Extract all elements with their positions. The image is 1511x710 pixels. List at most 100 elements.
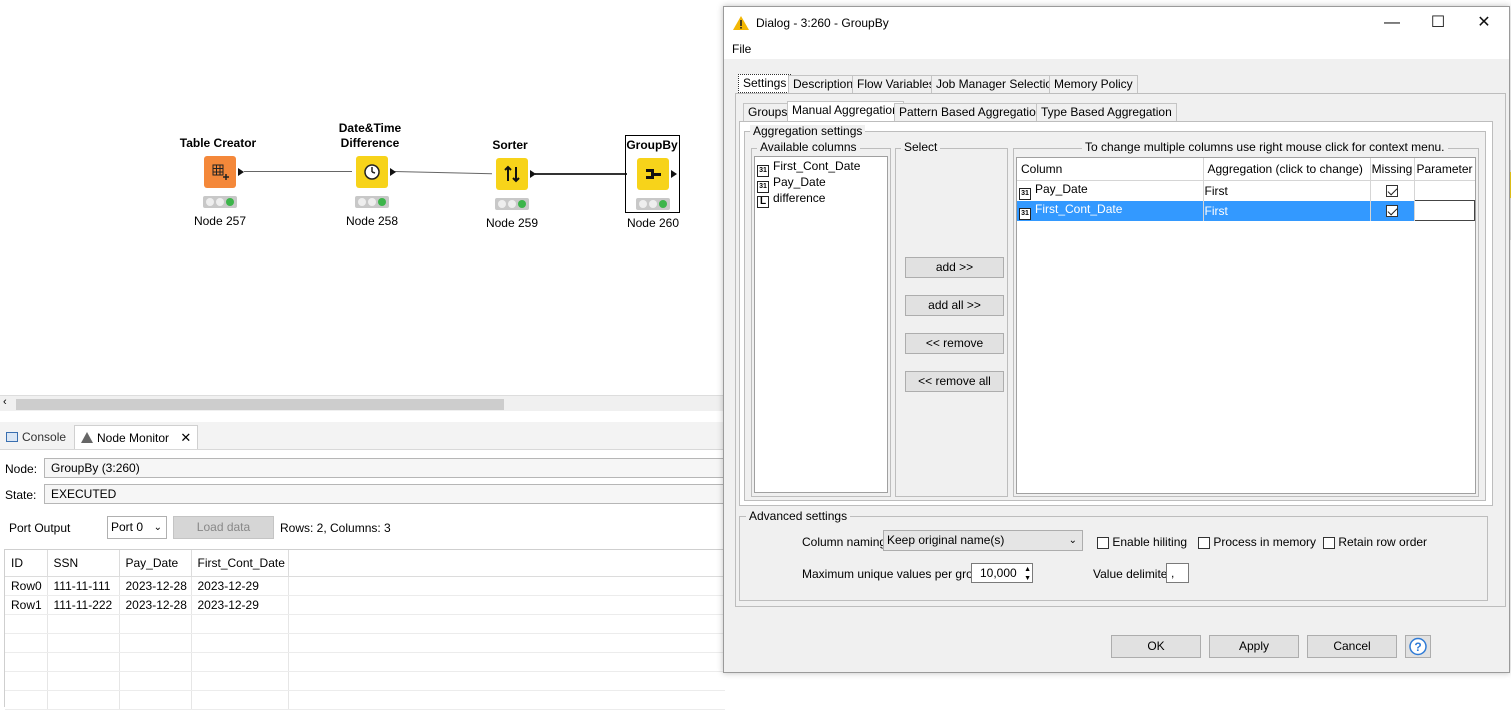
select-group <box>895 148 1008 497</box>
tab-job-manager-selection[interactable]: Job Manager Selection <box>931 75 1064 94</box>
apply-button[interactable]: Apply <box>1209 635 1299 658</box>
node-257-label[interactable]: Node 257 <box>180 214 260 228</box>
node-260-label[interactable]: Node 260 <box>613 216 693 230</box>
missing-checkbox[interactable] <box>1386 205 1398 218</box>
ok-button[interactable]: OK <box>1111 635 1201 658</box>
help-button[interactable]: ? <box>1405 635 1431 658</box>
canvas-scroll-thumb[interactable] <box>16 399 504 410</box>
dialog-title: Dialog - 3:260 - GroupBy <box>756 16 889 30</box>
dialog-titlebar[interactable]: Dialog - 3:260 - GroupBy — ☐ ✕ <box>724 7 1509 39</box>
column-naming-label: Column naming: <box>802 535 890 549</box>
node-260-groupby[interactable] <box>637 158 669 190</box>
output-data-table[interactable]: ID SSN Pay_Date First_Cont_Date Row0 111… <box>5 550 725 710</box>
value-delimiter-input[interactable]: , <box>1166 563 1189 583</box>
table-header-pay-date[interactable]: Pay_Date <box>119 550 192 577</box>
close-button[interactable]: ✕ <box>1461 7 1507 39</box>
clock-icon <box>364 164 380 180</box>
add-all-button[interactable]: add all >> <box>905 295 1004 316</box>
tab-memory-policy[interactable]: Memory Policy <box>1049 75 1138 94</box>
list-item[interactable]: Ldifference <box>757 190 825 208</box>
table-header-first-cont-date[interactable]: First_Cont_Date <box>191 550 289 577</box>
agg-header-missing[interactable]: Missing <box>1370 158 1415 181</box>
connection-257-258[interactable] <box>244 171 352 172</box>
port-select[interactable]: Port 0 ⌄ <box>107 516 167 539</box>
table-empty-row <box>5 690 725 710</box>
minimize-button[interactable]: — <box>1369 7 1415 39</box>
node-257-output-port[interactable] <box>238 168 244 176</box>
table-row[interactable]: Row1 111-11-222 2023-12-28 2023-12-29 <box>5 595 725 615</box>
tab-flow-variables[interactable]: Flow Variables <box>852 75 940 94</box>
table-cell: Row1 <box>5 595 48 615</box>
state-value-field: EXECUTED <box>44 484 725 504</box>
agg-header-column[interactable]: Column <box>1017 158 1204 181</box>
canvas-horizontal-scrollbar[interactable]: ‹ <box>0 395 725 411</box>
max-unique-spinner[interactable]: 10,000 ▲ ▼ <box>971 563 1033 583</box>
close-tab-icon[interactable]: ✕ <box>180 430 191 445</box>
agg-cell-aggregation[interactable]: First <box>1203 200 1371 221</box>
node-257-table-creator[interactable] <box>204 156 236 188</box>
connection-258-259[interactable] <box>393 171 492 175</box>
node-257-title: Table Creator <box>179 136 257 150</box>
add-button[interactable]: add >> <box>905 257 1004 278</box>
tab-console[interactable]: Console <box>0 425 72 449</box>
list-item[interactable]: 31 First_Cont_Date <box>757 158 860 177</box>
agg-header-aggregation[interactable]: Aggregation (click to change) <box>1203 158 1371 181</box>
node-258-status <box>355 196 389 208</box>
node-259-label[interactable]: Node 259 <box>472 216 552 230</box>
subtab-manual-aggregation[interactable]: Manual Aggregation <box>787 101 904 122</box>
available-columns-list[interactable]: 31 First_Cont_Date 31 Pay_Date Ldifference <box>754 156 888 493</box>
scroll-left-arrow-icon[interactable]: ‹ <box>3 396 7 408</box>
connection-259-260[interactable] <box>535 173 627 175</box>
subtab-pattern-based-aggregation[interactable]: Pattern Based Aggregation <box>894 103 1048 122</box>
tab-node-monitor[interactable]: Node Monitor ✕ <box>74 425 199 449</box>
remove-button[interactable]: << remove <box>905 333 1004 354</box>
enable-hiliting-option[interactable]: Enable hiliting <box>1097 535 1187 549</box>
process-in-memory-checkbox[interactable] <box>1198 536 1210 549</box>
table-row-selected[interactable]: 31 First_Cont_Date First <box>1017 200 1475 221</box>
table-cell: 111-11-222 <box>47 595 120 615</box>
menu-file[interactable]: File <box>732 42 751 56</box>
table-row[interactable]: 31 Pay_Date First <box>1017 180 1475 201</box>
node-258-output-port[interactable] <box>390 168 396 176</box>
table-row[interactable]: Row0 111-11-111 2023-12-28 2023-12-29 <box>5 576 725 596</box>
missing-checkbox[interactable] <box>1386 185 1398 198</box>
agg-cell-column: 31 First_Cont_Date <box>1017 200 1204 221</box>
agg-cell-parameter[interactable] <box>1413 200 1475 221</box>
subtab-groups[interactable]: Groups <box>743 103 793 122</box>
cancel-button[interactable]: Cancel <box>1307 635 1397 658</box>
chevron-down-icon: ⌄ <box>1068 535 1077 546</box>
table-header-id[interactable]: ID <box>5 550 48 577</box>
retain-row-order-checkbox[interactable] <box>1323 536 1335 549</box>
subtab-type-based-aggregation[interactable]: Type Based Aggregation <box>1036 103 1177 122</box>
table-cell: 111-11-111 <box>47 576 120 596</box>
spinner-down-icon[interactable]: ▼ <box>1024 570 1031 588</box>
tab-description[interactable]: Description <box>788 75 859 94</box>
date-column-icon: 31 <box>1019 187 1031 200</box>
svg-text:?: ? <box>1414 640 1421 654</box>
workflow-canvas[interactable]: Table Creator Node 257 Date&Time Differe… <box>0 0 723 395</box>
agg-cell-aggregation[interactable]: First <box>1203 180 1371 201</box>
list-item[interactable]: 31 Pay_Date <box>757 174 826 193</box>
rows-info: Rows: 2, Columns: 3 <box>280 521 391 535</box>
node-monitor-icon <box>81 432 93 443</box>
node-259-sorter[interactable] <box>496 158 528 190</box>
groupby-icon <box>646 169 661 179</box>
retain-row-order-option[interactable]: Retain row order <box>1323 535 1427 549</box>
node-260-output-port[interactable] <box>671 170 677 178</box>
aggregation-table[interactable]: Column Aggregation (click to change) Mis… <box>1017 158 1475 221</box>
available-columns-title: Available columns <box>757 141 860 154</box>
state-label: State: <box>5 488 37 502</box>
agg-header-parameter[interactable]: Parameter <box>1414 158 1475 181</box>
maximize-button[interactable]: ☐ <box>1415 7 1461 39</box>
agg-cell-parameter[interactable] <box>1414 180 1475 201</box>
load-data-button[interactable]: Load data <box>173 516 274 539</box>
node-258-label[interactable]: Node 258 <box>332 214 412 228</box>
column-naming-select[interactable]: Keep original name(s) ⌄ <box>883 530 1083 551</box>
node-258-date-time-difference[interactable] <box>356 156 388 188</box>
tab-settings[interactable]: Settings <box>738 74 792 93</box>
node-259-output-port[interactable] <box>530 170 536 178</box>
process-in-memory-option[interactable]: Process in memory <box>1198 535 1316 549</box>
remove-all-button[interactable]: << remove all <box>905 371 1004 392</box>
enable-hiliting-checkbox[interactable] <box>1097 536 1109 549</box>
table-header-ssn[interactable]: SSN <box>47 550 120 577</box>
